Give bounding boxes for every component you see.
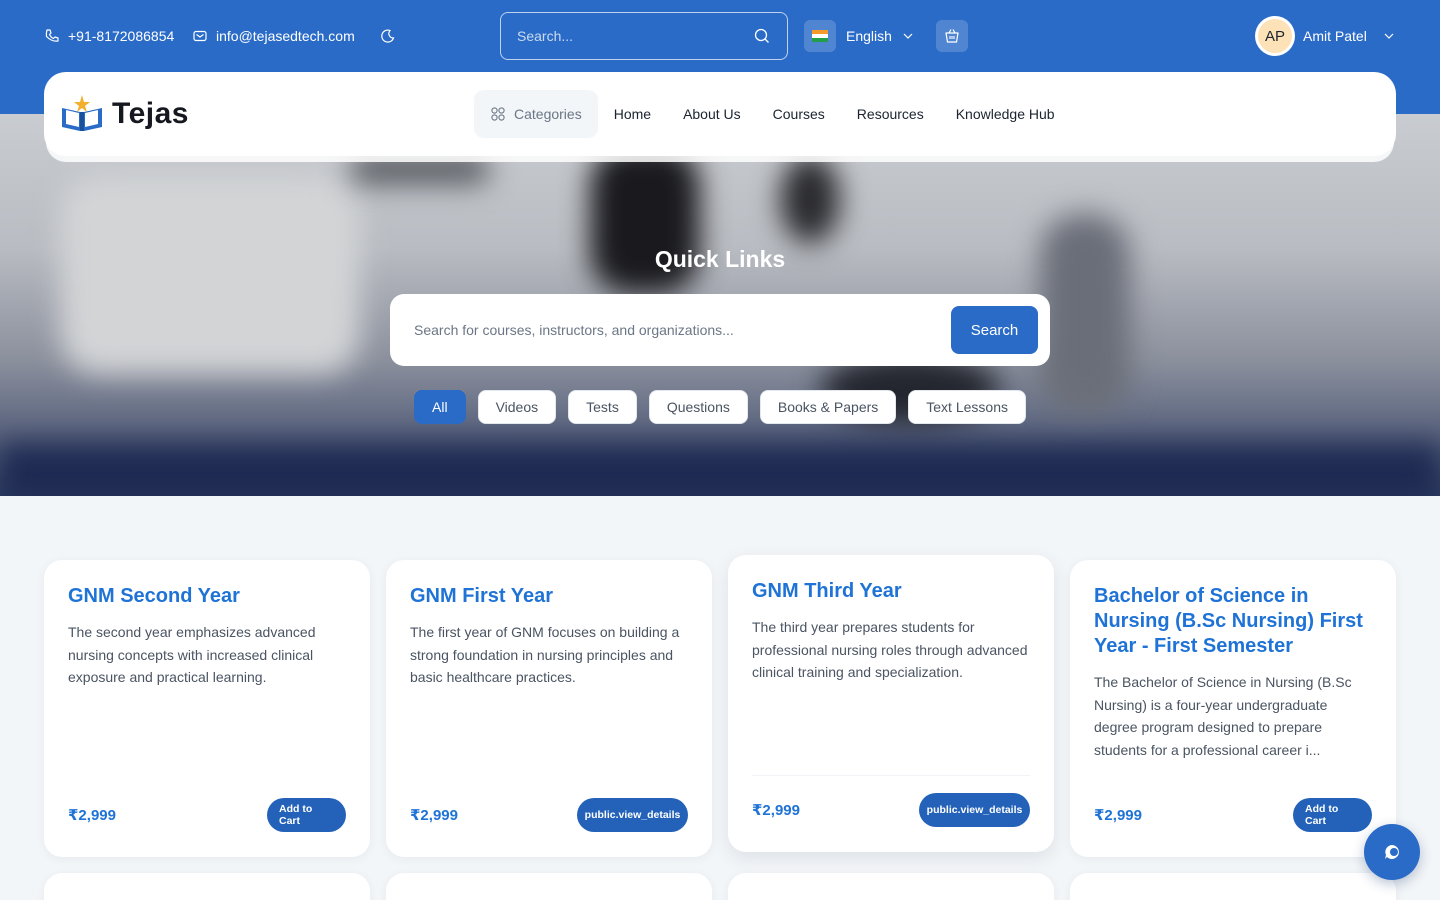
course-card[interactable] <box>728 873 1054 900</box>
course-description: The third year prepares students for pro… <box>752 619 1028 680</box>
email-address: info@tejasedtech.com <box>216 28 355 44</box>
nav-link-resources[interactable]: Resources <box>841 106 940 122</box>
course-price: ₹2,999 <box>410 807 458 824</box>
hero-bg-shape <box>1040 214 1130 414</box>
india-flag-icon <box>812 30 828 42</box>
nav-link-about-us[interactable]: About Us <box>667 106 757 122</box>
email-contact[interactable]: info@tejasedtech.com <box>192 24 355 48</box>
hero-bg-shape <box>350 154 490 184</box>
top-search-input[interactable] <box>517 28 753 44</box>
categories-label: Categories <box>514 106 582 122</box>
filter-questions[interactable]: Questions <box>648 390 748 424</box>
course-price: ₹2,999 <box>68 807 116 824</box>
main-navbar: Tejas Categories Home About Us Courses R… <box>44 72 1396 156</box>
course-card[interactable]: Bachelor of Science in Nursing (B.Sc Nur… <box>1070 560 1396 857</box>
hero-title: Quick Links <box>654 246 786 272</box>
hero-bg-shape <box>0 444 1440 496</box>
brand-logo[interactable]: Tejas <box>60 94 189 134</box>
language-label: English <box>846 28 892 44</box>
course-card[interactable] <box>1070 873 1396 900</box>
add-to-cart-button[interactable]: Add to Cart <box>267 798 346 832</box>
avatar: AP <box>1255 16 1295 56</box>
course-card[interactable]: GNM First Year The first year of GNM foc… <box>386 560 712 857</box>
course-description: The first year of GNM focuses on buildin… <box>410 624 680 685</box>
mail-icon <box>193 30 207 42</box>
chat-icon <box>1385 845 1399 859</box>
hero-search-box: Search <box>390 294 1050 366</box>
language-selector[interactable]: English <box>804 20 914 52</box>
chevron-down-icon <box>903 33 913 39</box>
hero-search-button[interactable]: Search <box>951 306 1038 354</box>
course-price: ₹2,999 <box>752 802 800 819</box>
course-title[interactable]: GNM First Year <box>410 584 690 609</box>
nav-link-courses[interactable]: Courses <box>757 106 841 122</box>
user-name: Amit Patel <box>1303 28 1367 44</box>
brand-name: Tejas <box>112 97 189 130</box>
moon-icon <box>381 29 395 43</box>
filter-videos[interactable]: Videos <box>477 390 557 424</box>
course-description: The Bachelor of Science in Nursing (B.Sc… <box>1094 674 1352 758</box>
chat-button[interactable] <box>1364 824 1420 880</box>
view-details-button[interactable]: public.view_details <box>919 793 1030 827</box>
filter-text-lessons[interactable]: Text Lessons <box>908 390 1026 424</box>
phone-icon <box>45 29 59 42</box>
course-title[interactable]: GNM Second Year <box>68 584 348 609</box>
course-card[interactable]: GNM Third Year The third year prepares s… <box>728 555 1054 852</box>
course-card[interactable] <box>386 873 712 900</box>
course-card[interactable]: GNM Second Year The second year emphasiz… <box>44 560 370 857</box>
nav-menu: Categories Home About Us Courses Resourc… <box>474 90 1071 138</box>
theme-toggle[interactable] <box>380 24 396 48</box>
filter-all[interactable]: All <box>414 390 466 424</box>
cart-button[interactable] <box>936 20 968 52</box>
course-price: ₹2,999 <box>1094 807 1142 824</box>
filter-chips: All Videos Tests Questions Books & Paper… <box>0 390 1440 424</box>
nav-link-knowledge-hub[interactable]: Knowledge Hub <box>940 106 1071 122</box>
view-details-button[interactable]: public.view_details <box>577 798 688 832</box>
card-divider <box>752 775 1030 776</box>
top-search-box <box>500 12 788 60</box>
phone-contact[interactable]: +91-8172086854 <box>44 24 174 48</box>
course-description: The second year emphasizes advanced nurs… <box>68 624 316 685</box>
hero-bg-shape <box>780 154 840 244</box>
filter-tests[interactable]: Tests <box>568 390 637 424</box>
book-logo-icon <box>62 95 102 131</box>
phone-number: +91-8172086854 <box>68 28 175 44</box>
course-card[interactable] <box>44 873 370 900</box>
chevron-down-icon <box>1384 33 1394 39</box>
hero-bg-shape <box>60 174 360 374</box>
hero-search-input[interactable] <box>414 322 951 338</box>
course-title[interactable]: GNM Third Year <box>752 579 1032 604</box>
filter-books-papers[interactable]: Books & Papers <box>759 390 897 424</box>
user-menu[interactable]: AP Amit Patel <box>1255 16 1395 56</box>
grid-icon <box>491 107 505 121</box>
avatar-initials: AP <box>1258 19 1292 53</box>
add-to-cart-button[interactable]: Add to Cart <box>1293 798 1372 832</box>
categories-button[interactable]: Categories <box>474 90 598 138</box>
nav-link-home[interactable]: Home <box>598 106 667 122</box>
search-icon[interactable] <box>753 27 771 45</box>
flag-box <box>804 20 836 52</box>
cart-icon <box>945 29 959 43</box>
course-title[interactable]: Bachelor of Science in Nursing (B.Sc Nur… <box>1094 584 1374 659</box>
